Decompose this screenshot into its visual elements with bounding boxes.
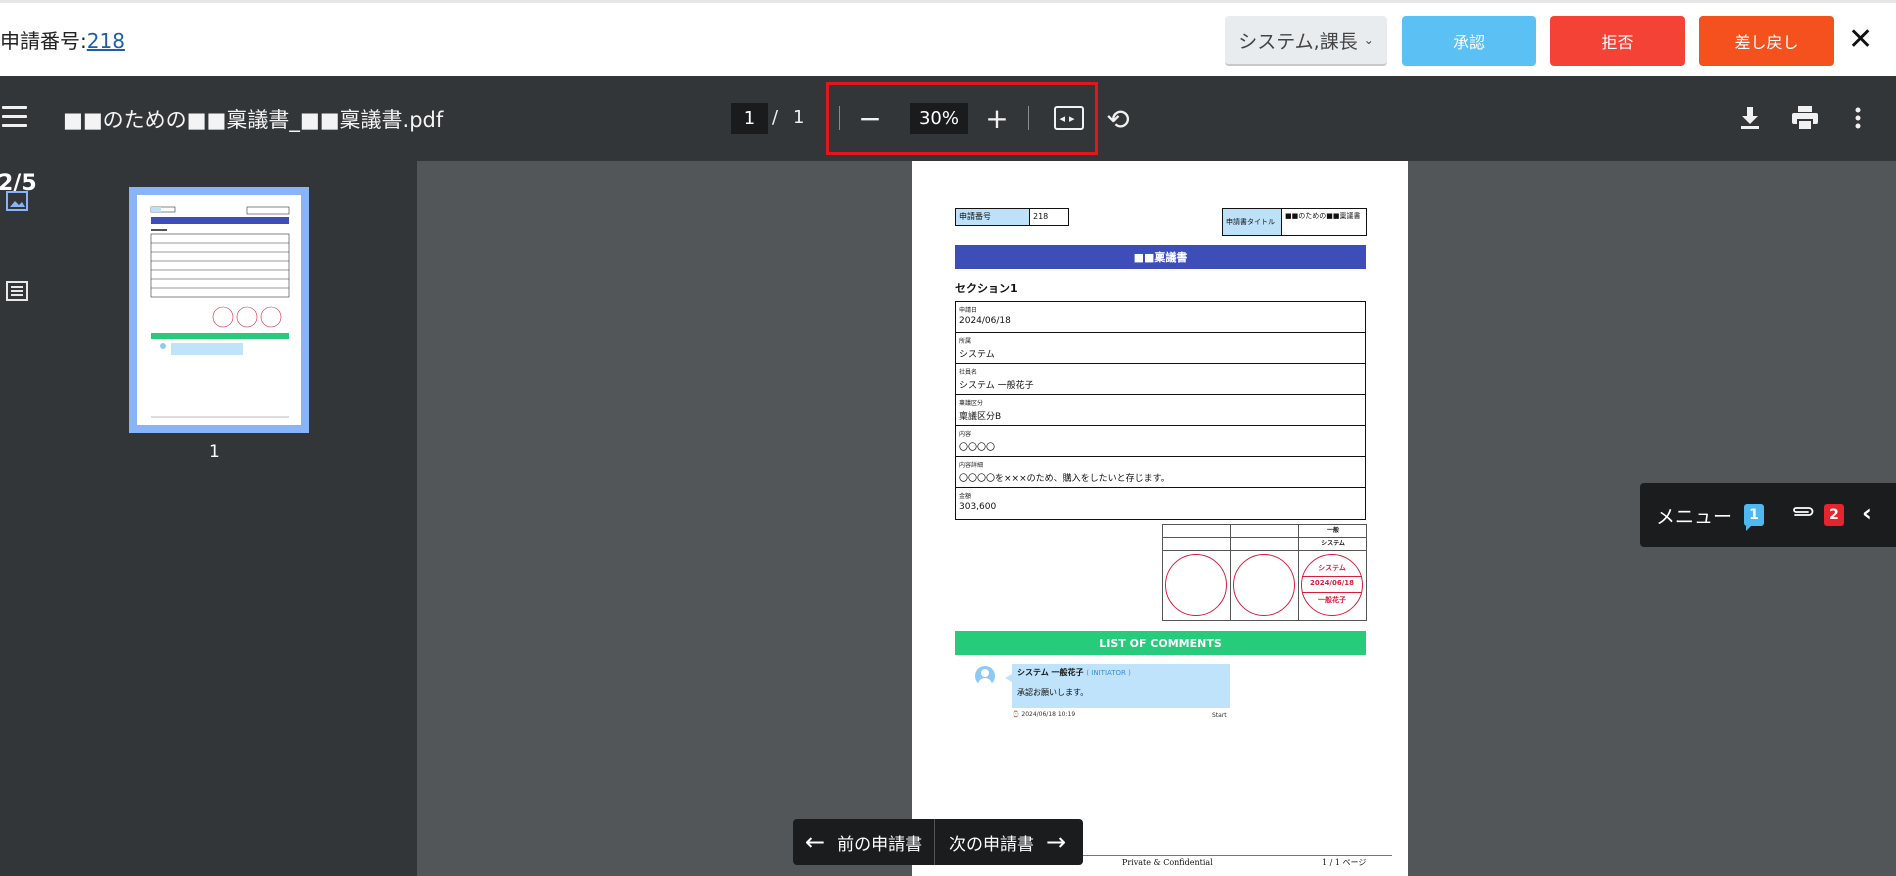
field-label: 稟議区分 [959, 400, 984, 407]
avatar [975, 666, 995, 686]
arrow-right-icon: → [1046, 828, 1067, 856]
field-value: 2024/06/18 [959, 316, 1011, 326]
send-back-button[interactable]: 差し戻し [1699, 16, 1834, 66]
page-separator: / [772, 107, 779, 128]
previous-request-button[interactable]: ← 前の申請書 [793, 819, 935, 865]
chevron-left-icon[interactable]: ‹ [1862, 499, 1872, 527]
request-number-value-cell: 218 [1029, 208, 1069, 226]
footer-page-number: 1 / 1 ページ [1322, 858, 1367, 867]
field-label: 申請日 [959, 307, 978, 314]
comment-timestamp: ⌚ 2024/06/18 10:19 [1012, 711, 1076, 718]
field-label: 内容詳細 [959, 462, 984, 469]
seal-dept: システム [1318, 564, 1346, 572]
form-field-row: 内容 〇〇〇〇 [956, 426, 1365, 457]
pdf-filename: ■■のための■■稟議書_■■稟議書.pdf [63, 108, 444, 132]
paperclip-icon[interactable] [1790, 501, 1816, 525]
form-title-bar: ■■稟議書 [955, 245, 1366, 269]
field-label: 内容 [959, 431, 972, 438]
request-number-label-cell: 申請番号 [955, 208, 1030, 226]
section-title: セクション1 [955, 282, 1018, 295]
form-field-row: 内容詳細〇〇〇〇を×××のため、購入をしたいと存じます。 [956, 457, 1365, 488]
seal-name: 一般花子 [1318, 596, 1346, 604]
chevron-down-icon: ⌄ [1363, 33, 1374, 47]
form-fields-table: 申請日 2024/06/18 所属 システム 社員名 システム 一般花子 稟議区分 稟議… [955, 301, 1366, 520]
comment-status: Start [1212, 712, 1227, 719]
form-field-row: 社員名システム 一般花子 [956, 364, 1365, 395]
floating-menu[interactable]: メニュー 1 2 ‹ [1640, 483, 1896, 547]
title-label-cell: 申請書タイトル [1222, 208, 1282, 236]
thumbnail-page-preview [137, 195, 301, 425]
approve-button[interactable]: 承認 [1402, 16, 1536, 66]
comment-bubble: システム 一般花子 ( INITIATOR ) 承認お願いします。 [1005, 664, 1230, 708]
thumbnail-page-number: 1 [209, 442, 220, 462]
field-value: 稟議区分B [959, 412, 1002, 422]
stamp-column [1163, 525, 1231, 620]
thumbnail-sidebar: 2/5 1 [0, 161, 417, 876]
approval-stamp-grid: 一般 システム システム 2024/06/18 一般花子 [1162, 524, 1367, 621]
field-label: 所属 [959, 338, 972, 345]
close-icon[interactable]: ✕ [1848, 25, 1873, 55]
field-value: 〇〇〇〇 [959, 443, 996, 453]
title-value-cell: ■■のための■■稟議書 [1281, 208, 1367, 236]
total-pages: 1 [793, 107, 805, 128]
reject-button[interactable]: 拒否 [1550, 16, 1685, 66]
thumbnail-view-icon[interactable] [6, 191, 28, 217]
previous-request-label: 前の申請書 [837, 834, 923, 855]
role-dropdown[interactable]: システム,課長 ⌄ [1225, 16, 1387, 66]
field-label: 金額 [959, 493, 972, 500]
field-label: 社員名 [959, 369, 978, 376]
next-request-button[interactable]: 次の申請書 → [935, 819, 1083, 865]
attachment-count-badge[interactable]: 2 [1824, 504, 1844, 526]
empty-stamp [1165, 554, 1227, 616]
comment-author: システム 一般花子 [1017, 668, 1084, 677]
current-page-input[interactable]: 1 [731, 103, 768, 134]
seal-date: 2024/06/18 [1309, 579, 1355, 587]
menu-icon[interactable] [2, 106, 27, 128]
request-label-text: 申請番号: [0, 29, 87, 53]
stamp-column: 一般 システム システム 2024/06/18 一般花子 [1299, 525, 1367, 620]
page-thumbnail[interactable] [129, 187, 309, 433]
pdf-page: 申請番号 218 申請書タイトル ■■のための■■稟議書 ■■稟議書 セクション… [912, 161, 1408, 876]
approval-seal: システム 2024/06/18 一般花子 [1301, 554, 1363, 616]
top-bar: 申請番号:218 システム,課長 ⌄ 承認 拒否 差し戻し ✕ [0, 0, 1896, 76]
stamp-dept-header: システム [1299, 538, 1367, 551]
next-request-label: 次の申請書 [949, 834, 1034, 855]
form-field-row: 申請日 2024/06/18 [956, 302, 1365, 333]
request-number-link[interactable]: 218 [87, 29, 125, 53]
rotate-icon[interactable]: ⟲ [1100, 101, 1136, 137]
role-dropdown-value: システム,課長 [1238, 30, 1358, 53]
form-field-row: 稟議区分稟議区分B [956, 395, 1365, 426]
footer-confidential: Private & Confidential [1122, 858, 1213, 867]
arrow-left-icon: ← [805, 828, 826, 856]
comment-role: ( INITIATOR ) [1086, 669, 1131, 677]
comment-count-badge[interactable]: 1 [1744, 504, 1764, 531]
zoom-controls-highlight [826, 82, 1098, 155]
stamp-role-header: 一般 [1299, 525, 1367, 538]
more-options-icon[interactable] [1846, 100, 1870, 136]
stamp-column [1231, 525, 1299, 620]
floating-menu-label: メニュー [1656, 506, 1733, 528]
field-value: 〇〇〇〇を×××のため、購入をしたいと存じます。 [959, 474, 1170, 484]
comment-message: 承認お願いします。 [1017, 688, 1089, 697]
outline-view-icon[interactable] [6, 281, 28, 307]
field-value: システム 一般花子 [959, 381, 1034, 391]
comments-title-bar: LIST OF COMMENTS [955, 631, 1366, 655]
download-icon[interactable] [1734, 100, 1766, 136]
pdf-toolbar: ■■のための■■稟議書_■■稟議書.pdf 1 / 1 − 30% + ◂▸ ⟲ [0, 76, 1896, 161]
field-value: 303,600 [959, 502, 997, 512]
form-field-row: 所属 システム [956, 333, 1365, 364]
field-value: システム [959, 350, 995, 360]
empty-stamp [1233, 554, 1295, 616]
request-number-label: 申請番号:218 [0, 25, 125, 54]
comment-author-line: システム 一般花子 ( INITIATOR ) [1017, 667, 1225, 678]
form-field-row: 金額 303,600 [956, 488, 1365, 519]
print-icon[interactable] [1787, 100, 1823, 136]
